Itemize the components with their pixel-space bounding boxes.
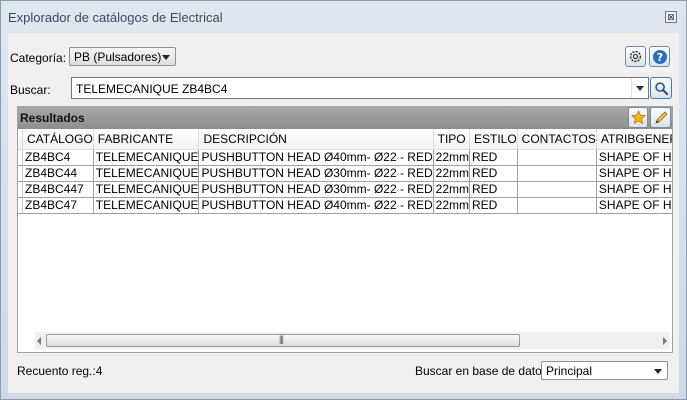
horizontal-scrollbar[interactable]: ||| [35,332,670,349]
column-header[interactable]: TIPO [433,129,470,150]
table-cell: 22mm [433,181,470,198]
table-cell: PUSHBUTTON HEAD Ø40mm- Ø22 - RED [198,149,434,166]
results-panel: Resultados CATÁLOGO FABRICANTE DESCRIPCI… [17,106,673,353]
help-icon: ? [652,49,667,64]
table-cell: TELEMECANIQUE [93,181,200,198]
help-button[interactable]: ? [649,46,670,67]
table-cell: RED [469,165,518,182]
star-icon [630,110,646,125]
table-cell: TELEMECANIQUE [93,165,200,182]
chevron-down-icon [636,86,644,91]
column-header[interactable]: FABRICANTE [93,129,200,150]
search-input-value: TELEMECANIQUE ZB4BC4 [76,82,228,96]
table-cell: SHAPE OF HEA [596,197,672,214]
search-history-dropdown[interactable] [631,78,648,98]
table-cell: 22mm [433,165,470,182]
table-row[interactable]: ZB4BC447 TELEMECANIQUE PUSHBUTTON HEAD Ø… [18,181,672,198]
close-icon[interactable]: ⊠ [665,11,677,23]
database-label: Buscar en base de datos: [415,364,552,378]
table-cell: TELEMECANIQUE [93,197,200,214]
table-cell: 22mm [433,149,470,166]
chevron-down-icon [162,55,170,60]
search-label: Buscar: [10,83,51,97]
results-header: Resultados [18,107,672,129]
results-title: Resultados [20,111,85,125]
magnifier-icon [654,81,668,95]
record-count: Recuento reg.:4 [17,364,103,378]
database-dropdown[interactable]: Principal [541,361,668,380]
category-value: PB (Pulsadores) [74,50,162,64]
column-header[interactable]: CONTACTOS [517,129,597,150]
column-header[interactable]: CATÁLOGO [22,129,94,150]
table-cell: PUSHBUTTON HEAD Ø30mm- Ø22 - RED [198,181,434,198]
search-input[interactable]: TELEMECANIQUE ZB4BC4 [71,77,649,99]
database-value: Principal [546,364,593,378]
search-button[interactable] [650,77,672,99]
table-cell: RED [469,149,518,166]
table-cell: SHAPE OF HEA [596,181,672,198]
table-cell: PUSHBUTTON HEAD Ø30mm- Ø22 - RED [198,165,434,182]
column-header[interactable]: ATRIBGENERZ [596,129,672,150]
table-cell: SHAPE OF HEA [596,165,672,182]
chevron-down-icon [654,369,662,374]
results-grid[interactable]: CATÁLOGO FABRICANTE DESCRIPCIÓN TIPO EST… [18,129,672,330]
table-cell [517,149,597,166]
scroll-right-icon[interactable] [663,337,667,345]
table-cell: SHAPE OF HEA [596,149,672,166]
gear-icon [629,50,642,63]
table-cell: RED [469,197,518,214]
catalog-browser-window: Explorador de catálogos de Electrical ⊠ … [0,0,687,400]
column-header[interactable]: ESTILO [469,129,518,150]
table-cell: ZB4BC4 [22,149,94,166]
scrollbar-thumb[interactable]: ||| [46,334,520,347]
header-row: CATÁLOGO FABRICANTE DESCRIPCIÓN TIPO EST… [18,129,672,150]
scroll-left-icon[interactable] [37,337,41,345]
category-dropdown[interactable]: PB (Pulsadores) [69,47,176,66]
settings-button[interactable] [625,46,646,67]
column-header[interactable]: DESCRIPCIÓN [198,129,434,150]
table-cell: TELEMECANIQUE [93,149,200,166]
table-cell: RED [469,181,518,198]
table-row[interactable]: ZB4BC44 TELEMECANIQUE PUSHBUTTON HEAD Ø3… [18,165,672,182]
grip-icon: ||| [279,334,284,344]
edit-button[interactable] [650,107,671,128]
table-cell: PUSHBUTTON HEAD Ø40mm- Ø22 - RED [198,197,434,214]
table-row[interactable]: ZB4BC47 TELEMECANIQUE PUSHBUTTON HEAD Ø4… [18,197,672,214]
table-cell: ZB4BC447 [22,181,94,198]
table-cell [517,165,597,182]
svg-text:?: ? [656,51,662,64]
table-cell: ZB4BC44 [22,165,94,182]
dialog-body: Categoría: PB (Pulsadores) ? Buscar: TEL… [8,33,679,393]
results-table: CATÁLOGO FABRICANTE DESCRIPCIÓN TIPO EST… [18,129,672,214]
table-row[interactable]: ZB4BC4 TELEMECANIQUE PUSHBUTTON HEAD Ø40… [18,149,672,166]
favorite-button[interactable] [628,107,648,128]
title-bar: Explorador de catálogos de Electrical ⊠ [1,1,686,33]
pencil-icon [654,110,668,124]
category-label: Categoría: [10,51,67,65]
table-cell [517,197,597,214]
window-title: Explorador de catálogos de Electrical [8,10,223,25]
table-cell: ZB4BC47 [22,197,94,214]
table-cell: 22mm [433,197,470,214]
table-cell [517,181,597,198]
